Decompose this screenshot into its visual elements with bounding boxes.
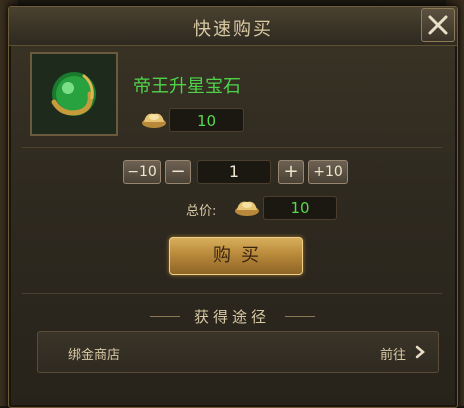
source-name: 绑金商店 (68, 348, 121, 363)
total-price-value: 10 (263, 196, 337, 220)
close-icon (428, 15, 448, 35)
total-price-label: 总价: (186, 204, 217, 219)
close-button[interactable] (421, 8, 455, 42)
dialog-title: 快速购买 (193, 19, 273, 40)
sources-title: 获得途径 (193, 308, 270, 326)
gold-ingot-icon (235, 201, 259, 216)
chevron-right-icon (415, 345, 425, 359)
item-slot[interactable] (30, 52, 118, 136)
minus-button[interactable]: − (165, 160, 191, 184)
dialog-titlebar: 快速购买 (9, 7, 457, 46)
divider (22, 293, 442, 294)
divider (22, 147, 442, 148)
goto-button[interactable]: 前往 (380, 344, 406, 363)
decorative-line (285, 316, 315, 317)
gold-ingot-icon (142, 113, 166, 128)
item-name: 帝王升星宝石 (133, 76, 241, 97)
quantity-input[interactable]: 1 (197, 160, 271, 184)
source-row-bind-gold-shop[interactable]: 绑金商店 前往 (37, 331, 439, 373)
plus-button[interactable]: + (278, 160, 304, 184)
emperor-star-gem-icon (51, 72, 96, 116)
minus-10-button[interactable]: −10 (123, 160, 161, 184)
plus-10-button[interactable]: +10 (308, 160, 348, 184)
unit-price-value: 10 (169, 108, 244, 132)
buy-button[interactable]: 购买 (169, 237, 303, 275)
